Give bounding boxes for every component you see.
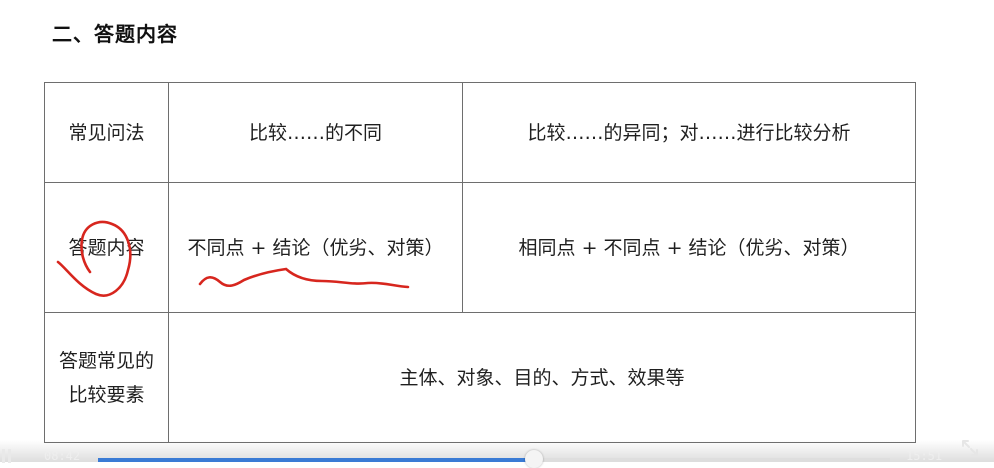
row-label-line-1: 答题常见的: [58, 349, 154, 372]
cell-compare-similarity-difference: 比较……的异同；对……进行比较分析: [462, 82, 916, 183]
pause-icon[interactable]: [2, 448, 16, 463]
section-heading: 二、答题内容: [52, 22, 178, 46]
row-label-common-questions: 常见问法: [44, 82, 169, 183]
seek-bar-progress: [98, 458, 534, 462]
row-label-line-2: 比较要素: [68, 383, 145, 406]
row-label-comparison-elements: 答题常见的 比较要素: [44, 312, 169, 443]
table-row: 答题常见的 比较要素 主体、对象、目的、方式、效果等: [44, 312, 917, 443]
table-row: 答题内容 不同点 + 结论（优劣、对策） 相同点 + 不同点 + 结论（优劣、对…: [44, 182, 916, 313]
cell-similarity-difference-conclusion: 相同点 + 不同点 + 结论（优劣、对策）: [462, 182, 916, 313]
cell-difference-conclusion: 不同点 + 结论（优劣、对策）: [167, 182, 464, 313]
cell-comparison-elements: 主体、对象、目的、方式、效果等: [167, 312, 917, 443]
cell-compare-difference: 比较……的不同: [167, 82, 464, 183]
seek-bar[interactable]: [98, 458, 890, 462]
seek-knob[interactable]: [524, 450, 543, 468]
fullscreen-icon[interactable]: [960, 438, 980, 458]
comparison-table: 常见问法 比较……的不同 比较……的异同；对……进行比较分析 答题内容 不同点 …: [44, 82, 917, 443]
current-time: 08:42: [44, 449, 81, 463]
row-label-answer-content: 答题内容: [44, 182, 169, 313]
total-time: 15:51: [906, 449, 943, 463]
table-row: 常见问法 比较……的不同 比较……的异同；对……进行比较分析: [44, 82, 916, 183]
